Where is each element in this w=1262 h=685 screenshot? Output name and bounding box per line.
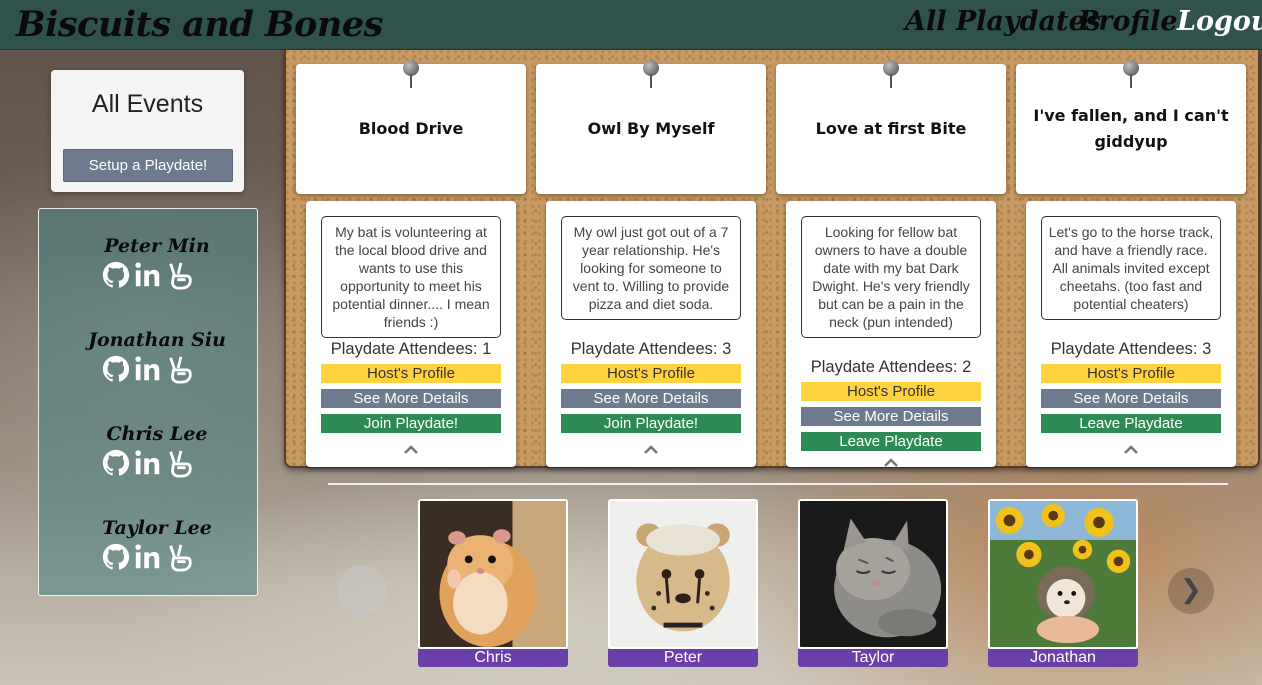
chevron-up-icon[interactable] xyxy=(1122,444,1140,456)
developer-links xyxy=(39,447,257,479)
pushpin-icon xyxy=(643,60,659,90)
see-details-button[interactable]: See More Details xyxy=(321,389,501,408)
brand-logo[interactable]: Biscuits and Bones xyxy=(16,4,383,45)
peace-hand-icon[interactable] xyxy=(165,259,195,291)
leave-playdate-button[interactable]: Leave Playdate xyxy=(1041,414,1221,433)
playdate-title: Owl By Myself xyxy=(587,119,715,138)
playdate-detail-card: Let's go to the horse track, and have a … xyxy=(1026,201,1236,467)
join-playdate-button[interactable]: Join Playdate! xyxy=(321,414,501,433)
developer-links xyxy=(39,259,257,291)
playdate-title-card[interactable]: Blood Drive xyxy=(296,60,526,194)
pet-card[interactable]: Jonathan xyxy=(988,499,1138,667)
playdate-title-card[interactable]: Owl By Myself xyxy=(536,60,766,194)
nav-all-playdates[interactable]: All Playdates xyxy=(905,6,1101,37)
github-icon[interactable] xyxy=(101,353,131,385)
developer-name: Peter Min xyxy=(104,235,210,257)
playdate-attendees: Playdate Attendees: 3 xyxy=(570,340,732,358)
events-title: All Events xyxy=(91,90,204,118)
host-profile-button[interactable]: Host's Profile xyxy=(321,364,501,383)
developer-links xyxy=(39,541,257,573)
linkedin-icon[interactable] xyxy=(133,259,163,291)
playdate-title: Blood Drive xyxy=(358,119,464,138)
playdate-title: Love at first Bite xyxy=(815,119,967,138)
nav-logout[interactable]: Logout xyxy=(1177,6,1262,37)
linkedin-icon[interactable] xyxy=(133,353,163,385)
linkedin-icon[interactable] xyxy=(133,447,163,479)
join-playdate-button[interactable]: Join Playdate! xyxy=(561,414,741,433)
playdate-description: My owl just got out of a 7 year relation… xyxy=(561,216,741,320)
playdate-title-card[interactable]: I've fallen, and I can't giddyup xyxy=(1016,60,1246,194)
pet-photo-cat[interactable] xyxy=(798,499,948,649)
pet-name: Taylor xyxy=(798,649,948,667)
playdate-description: Let's go to the horse track, and have a … xyxy=(1041,216,1221,320)
carousel-next-button[interactable]: ❯ xyxy=(1168,568,1214,614)
navbar: Biscuits and Bones All Playdates Profile… xyxy=(0,0,1262,50)
pet-name: Jonathan xyxy=(988,649,1138,667)
setup-playdate-button[interactable]: Setup a Playdate! xyxy=(63,149,233,182)
developer-card: Taylor Lee xyxy=(39,517,257,573)
playdate-detail-card: Looking for fellow bat owners to have a … xyxy=(786,201,996,467)
see-details-button[interactable]: See More Details xyxy=(801,407,981,426)
github-icon[interactable] xyxy=(101,447,131,479)
see-details-button[interactable]: See More Details xyxy=(561,389,741,408)
host-profile-button[interactable]: Host's Profile xyxy=(1041,364,1221,383)
see-details-button[interactable]: See More Details xyxy=(1041,389,1221,408)
developer-card: Jonathan Siu xyxy=(39,329,257,385)
playdate-description: Looking for fellow bat owners to have a … xyxy=(801,216,981,338)
pushpin-icon xyxy=(1123,60,1139,90)
developer-name: Jonathan Siu xyxy=(88,329,226,351)
peace-hand-icon[interactable] xyxy=(165,353,195,385)
divider xyxy=(328,483,1228,485)
developer-links xyxy=(39,353,257,385)
playdate-title-card[interactable]: Love at first Bite xyxy=(776,60,1006,194)
developer-name: Taylor Lee xyxy=(102,517,212,539)
developer-name: Chris Lee xyxy=(106,423,208,445)
playdate-attendees: Playdate Attendees: 2 xyxy=(810,358,972,376)
developer-card: Peter Min xyxy=(39,235,257,291)
chevron-up-icon[interactable] xyxy=(882,457,900,469)
chevron-up-icon[interactable] xyxy=(642,444,660,456)
events-panel: All Events Setup a Playdate! xyxy=(51,70,244,192)
carousel-prev-button[interactable] xyxy=(337,565,387,615)
pet-photo-hedgehog[interactable] xyxy=(988,499,1138,649)
peace-hand-icon[interactable] xyxy=(165,541,195,573)
pet-card[interactable]: Chris xyxy=(418,499,568,667)
playdate-detail-card: My owl just got out of a 7 year relation… xyxy=(546,201,756,467)
pet-name: Chris xyxy=(418,649,568,667)
host-profile-button[interactable]: Host's Profile xyxy=(801,382,981,401)
linkedin-icon[interactable] xyxy=(133,541,163,573)
host-profile-button[interactable]: Host's Profile xyxy=(561,364,741,383)
pushpin-icon xyxy=(883,60,899,90)
developers-panel: Peter Min Jonathan Siu Chris Lee Taylor … xyxy=(38,208,258,596)
playdate-detail-card: My bat is volunteering at the local bloo… xyxy=(306,201,516,467)
pushpin-icon xyxy=(403,60,419,90)
playdate-description: My bat is volunteering at the local bloo… xyxy=(321,216,501,338)
leave-playdate-button[interactable]: Leave Playdate xyxy=(801,432,981,451)
pet-photo-hamster[interactable] xyxy=(418,499,568,649)
pet-card[interactable]: Taylor xyxy=(798,499,948,667)
playdate-attendees: Playdate Attendees: 1 xyxy=(330,340,492,358)
pet-name: Peter xyxy=(608,649,758,667)
github-icon[interactable] xyxy=(101,259,131,291)
pet-photo-cheetah[interactable] xyxy=(608,499,758,649)
chevron-up-icon[interactable] xyxy=(402,444,420,456)
nav-profile[interactable]: Profile xyxy=(1078,6,1178,37)
peace-hand-icon[interactable] xyxy=(165,447,195,479)
playdate-title: I've fallen, and I can't giddyup xyxy=(1033,106,1229,151)
developer-card: Chris Lee xyxy=(39,423,257,479)
playdate-attendees: Playdate Attendees: 3 xyxy=(1050,340,1212,358)
github-icon[interactable] xyxy=(101,541,131,573)
pet-card[interactable]: Peter xyxy=(608,499,758,667)
